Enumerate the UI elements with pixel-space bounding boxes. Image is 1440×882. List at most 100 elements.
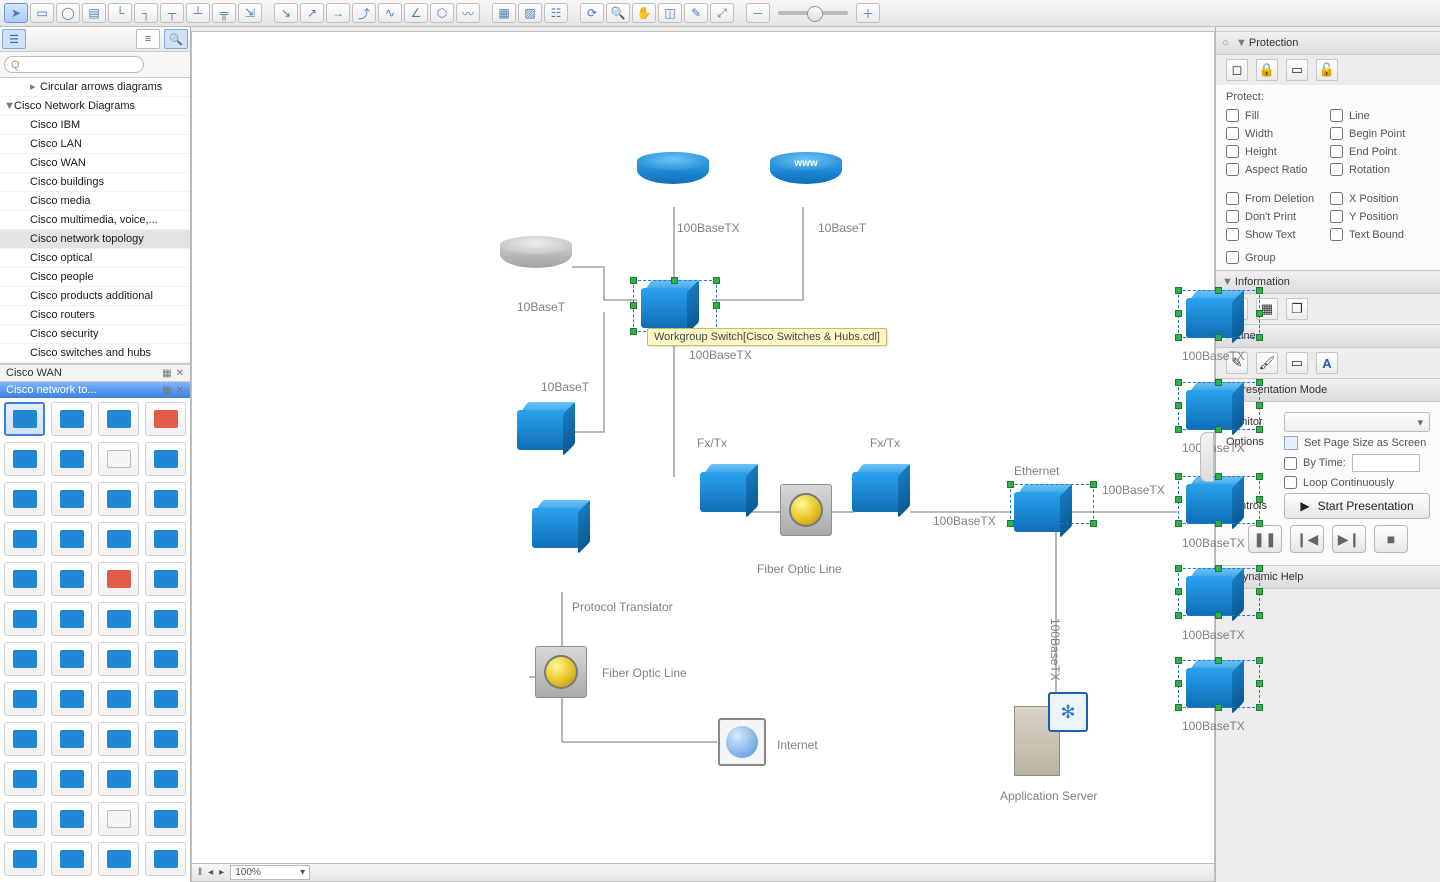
zoom-in-button[interactable]: ＋ — [856, 3, 880, 23]
shape-palette-item[interactable] — [145, 642, 186, 676]
ctrl-stop-button[interactable]: ■ — [1374, 525, 1408, 553]
tool-snap[interactable]: ▦ — [492, 3, 516, 23]
tool-rect[interactable]: ▭ — [30, 3, 54, 23]
protect-checkbox[interactable]: Width — [1226, 127, 1326, 140]
shape-palette-item[interactable] — [98, 722, 139, 756]
opt-page-size-checkbox[interactable]: Set Page Size as Screen — [1284, 436, 1430, 450]
shape-palette-item[interactable] — [145, 802, 186, 836]
node-fiber-bottom[interactable] — [535, 646, 587, 698]
status-prev-icon[interactable]: ◂ — [208, 867, 213, 878]
protect-checkbox[interactable]: Show Text — [1226, 228, 1326, 241]
shape-palette-item[interactable] — [145, 682, 186, 716]
diagram-canvas[interactable]: www ✻ — [192, 32, 1214, 881]
canvas-collapse-handle[interactable] — [1200, 432, 1214, 482]
tool-align[interactable]: ☷ — [544, 3, 568, 23]
tool-crop[interactable]: ◫ — [658, 3, 682, 23]
shape-palette-item[interactable] — [98, 522, 139, 556]
shape-palette-item[interactable] — [51, 482, 92, 516]
node-app-server[interactable]: ✻ — [1014, 692, 1088, 776]
node-box-10baset[interactable] — [517, 402, 577, 450]
tree-item[interactable]: ▼Cisco Network Diagrams — [0, 97, 190, 116]
shape-palette-item[interactable] — [98, 802, 139, 836]
tree-item[interactable]: ▸Circular arrows diagrams — [0, 78, 190, 97]
tool-zoom[interactable]: 🔍 — [606, 3, 630, 23]
ctrl-next-button[interactable]: ▶❙ — [1332, 525, 1366, 553]
protect-checkbox[interactable]: Fill — [1226, 109, 1326, 122]
node-internet[interactable] — [718, 718, 766, 766]
node-fxtx-right[interactable] — [852, 464, 912, 512]
node-fiber-top[interactable] — [780, 484, 832, 536]
protection-select-icon[interactable]: ◻ — [1226, 59, 1248, 81]
protect-checkbox[interactable]: Height — [1226, 145, 1326, 158]
tool-text[interactable]: ▤ — [82, 3, 106, 23]
shape-palette-item[interactable] — [98, 682, 139, 716]
tool-line-3[interactable]: → — [326, 3, 350, 23]
shape-palette-item[interactable] — [98, 562, 139, 596]
status-next-icon[interactable]: ▸ — [219, 867, 224, 878]
panel-view-list-icon[interactable]: ≡ — [136, 29, 160, 49]
tree-item[interactable]: Cisco routers — [0, 306, 190, 325]
tool-multi[interactable]: ∠ — [404, 3, 428, 23]
tree-item[interactable]: Cisco products additional — [0, 287, 190, 306]
tree-item[interactable]: Cisco security — [0, 325, 190, 344]
tool-curve[interactable]: ∿ — [378, 3, 402, 23]
tool-conn-2[interactable]: ┐ — [134, 3, 158, 23]
shape-palette-item[interactable] — [4, 762, 45, 796]
shape-palette-item[interactable] — [4, 562, 45, 596]
tree-item[interactable]: Cisco optical — [0, 249, 190, 268]
tool-arc[interactable]: ⤴ — [352, 3, 376, 23]
line-brush-icon[interactable]: 🖌 — [1256, 352, 1278, 374]
shape-palette-item[interactable] — [145, 482, 186, 516]
tool-line-2[interactable]: ↗ — [300, 3, 324, 23]
library-search-input[interactable]: Q — [4, 56, 144, 73]
tree-item[interactable]: Cisco LAN — [0, 135, 190, 154]
zoom-slider[interactable] — [778, 11, 848, 15]
protect-checkbox[interactable]: Rotation — [1330, 163, 1430, 176]
line-text-icon[interactable]: A — [1316, 352, 1338, 374]
tree-item[interactable]: Cisco IBM — [0, 116, 190, 135]
tool-tree-3[interactable]: ╦ — [212, 3, 236, 23]
tool-tree-2[interactable]: ┴ — [186, 3, 210, 23]
shape-palette-item[interactable] — [98, 642, 139, 676]
shape-palette-item[interactable] — [51, 402, 92, 436]
shape-palette-item[interactable] — [51, 442, 92, 476]
shape-palette-item[interactable] — [98, 402, 139, 436]
tool-guide[interactable]: ✎ — [684, 3, 708, 23]
node-protocol-translator[interactable] — [532, 500, 592, 548]
protect-checkbox[interactable]: End Point — [1330, 145, 1430, 158]
node-fxtx-left[interactable] — [700, 464, 760, 512]
tree-item[interactable]: Cisco WAN — [0, 154, 190, 173]
tree-item[interactable]: Cisco multimedia, voice,... — [0, 211, 190, 230]
tool-tree-1[interactable]: ┬ — [160, 3, 184, 23]
shape-palette-item[interactable] — [4, 682, 45, 716]
shape-palette-item[interactable] — [4, 482, 45, 516]
start-presentation-button[interactable]: ▶Start Presentation — [1284, 493, 1430, 519]
shape-palette-item[interactable] — [51, 682, 92, 716]
tree-item[interactable]: Cisco media — [0, 192, 190, 211]
zoom-level-field[interactable]: 100%▾ — [230, 865, 310, 880]
shape-palette-item[interactable] — [51, 802, 92, 836]
tool-conn-1[interactable]: └ — [108, 3, 132, 23]
tool-export[interactable]: ⇲ — [238, 3, 262, 23]
tool-ellipse[interactable]: ◯ — [56, 3, 80, 23]
zoom-out-button[interactable]: － — [746, 3, 770, 23]
tree-item[interactable]: Cisco people — [0, 268, 190, 287]
protect-checkbox[interactable]: Line — [1330, 109, 1430, 122]
shape-palette-item[interactable] — [145, 842, 186, 876]
protect-checkbox[interactable]: Begin Point — [1330, 127, 1430, 140]
tool-break[interactable]: ▨ — [518, 3, 542, 23]
shape-palette-item[interactable] — [98, 762, 139, 796]
shape-palette-item[interactable] — [4, 842, 45, 876]
tree-item[interactable]: Cisco buildings — [0, 173, 190, 192]
status-vscroll-icon[interactable]: ‖ — [198, 867, 202, 878]
library-tab[interactable]: Cisco network to...▦✕ — [0, 381, 190, 398]
shape-palette-item[interactable] — [145, 602, 186, 636]
shape-palette-item[interactable] — [145, 402, 186, 436]
shape-palette-item[interactable] — [145, 722, 186, 756]
shape-palette-item[interactable] — [98, 842, 139, 876]
shape-palette-item[interactable] — [51, 522, 92, 556]
protect-checkbox[interactable]: From Deletion — [1226, 192, 1326, 205]
section-protection-header[interactable]: ○▼Protection — [1216, 31, 1440, 55]
shape-palette-item[interactable] — [145, 442, 186, 476]
shape-palette-item[interactable] — [145, 562, 186, 596]
